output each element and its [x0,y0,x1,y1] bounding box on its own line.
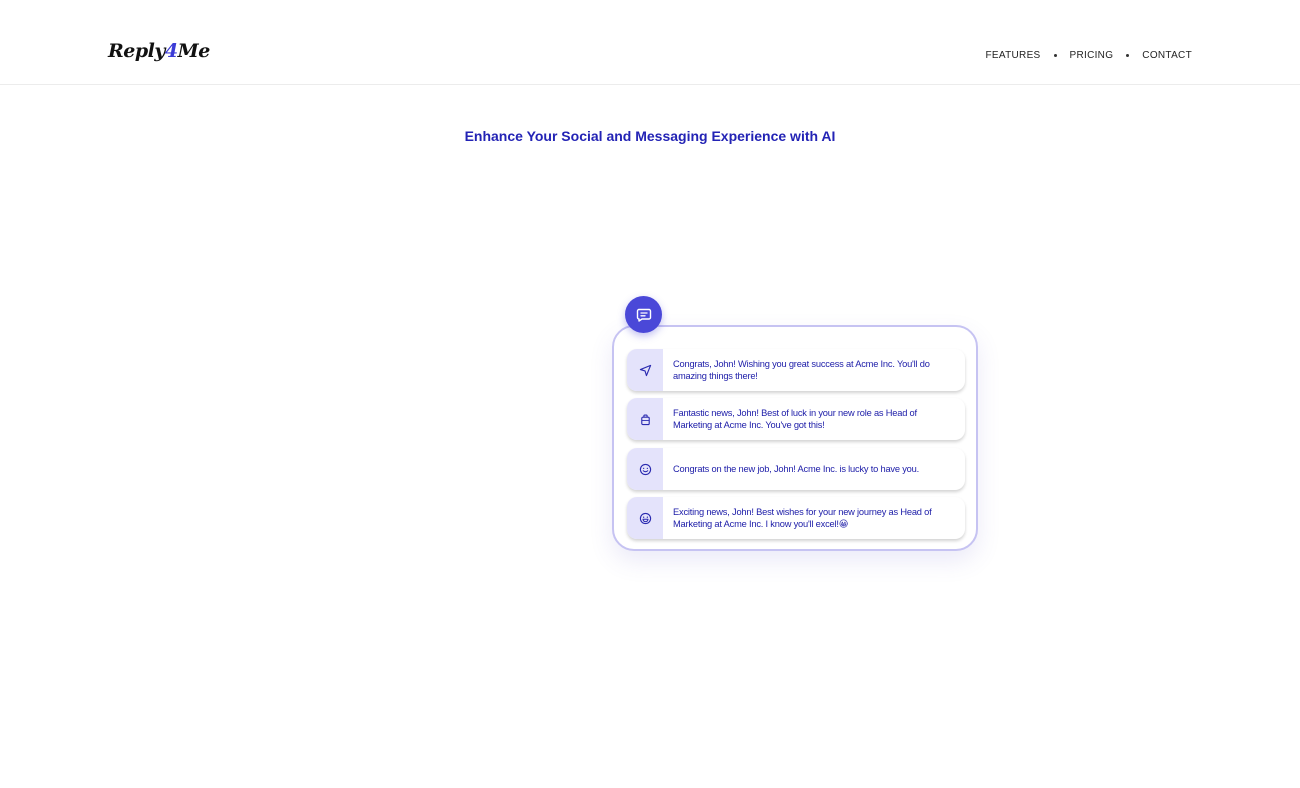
nav-separator [1053,54,1057,57]
suggestion-text: Exciting news, John! Best wishes for you… [673,507,932,529]
nav-features-link[interactable]: FEATURES [986,50,1041,61]
nav-pricing-link[interactable]: PRICING [1070,50,1114,61]
hero-headline: Enhance Your Social and Messaging Experi… [464,128,836,144]
suggestion-item[interactable]: Exciting news, John! Best wishes for you… [627,497,965,539]
suggestion-item[interactable]: Congrats, John! Wishing you great succes… [627,349,965,391]
reply-suggestions-card: Congrats, John! Wishing you great succes… [612,325,978,551]
site-header: Reply4Me FEATURES PRICING CONTACT [0,0,1300,85]
logo-text-four: 4 [164,40,178,62]
nav-contact-link[interactable]: CONTACT [1142,50,1192,61]
nav-separator [1126,54,1130,57]
send-icon [627,349,663,391]
suggestion-text: Congrats on the new job, John! Acme Inc.… [673,464,919,474]
logo-text-reply: Reply [108,40,165,62]
briefcase-icon [627,398,663,440]
grin-icon [627,497,663,539]
suggestion-text: Congrats, John! Wishing you great succes… [673,359,930,381]
logo-text-me: Me [177,40,211,62]
chat-bubble-icon [625,296,662,333]
main-nav: FEATURES PRICING CONTACT [986,50,1192,61]
suggestion-item[interactable]: Congrats on the new job, John! Acme Inc.… [627,448,965,490]
smile-icon [627,448,663,490]
suggestion-item[interactable]: Fantastic news, John! Best of luck in yo… [627,398,965,440]
logo[interactable]: Reply4Me [108,40,210,62]
suggestion-text: Fantastic news, John! Best of luck in yo… [673,408,917,430]
